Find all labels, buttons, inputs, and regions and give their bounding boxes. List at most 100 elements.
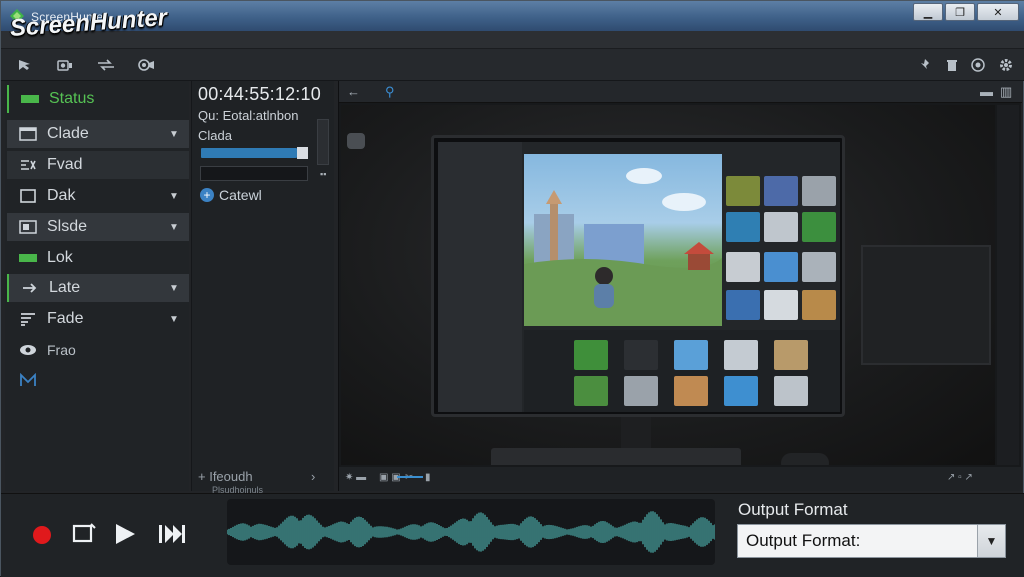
chevron-down-icon[interactable]: ▼: [169, 129, 189, 140]
sidebar-item-frao[interactable]: Frao: [7, 336, 189, 364]
chevron-down-icon[interactable]: ▼: [169, 314, 189, 325]
background-monitor: [861, 245, 991, 365]
transfer-icon[interactable]: [94, 55, 118, 75]
gear-icon[interactable]: [994, 55, 1018, 75]
effects-icon: [17, 157, 39, 173]
thumbnail: [802, 212, 836, 242]
preview-scrollbar[interactable]: [997, 105, 1019, 465]
thumbnail: [726, 212, 760, 242]
thumbnail: [724, 376, 758, 406]
chevron-down-icon[interactable]: ▼: [169, 191, 189, 202]
sidebar-item-label: Status: [49, 90, 95, 107]
sidebar-item-fade[interactable]: Fade ▼: [7, 305, 189, 333]
camera-icon[interactable]: [53, 55, 77, 75]
add-source-button[interactable]: + Ifeoudh: [198, 469, 253, 484]
screen-lower-panel: [524, 330, 840, 412]
arrow-icon: [19, 280, 41, 296]
slide-icon: [17, 219, 39, 235]
thumbnail: [764, 176, 798, 206]
preview-footer: ✷ ▬ ▣ ▣ ✂ ▮ ↗ ▫ ↗: [339, 467, 1022, 491]
trash-icon[interactable]: [940, 55, 964, 75]
chevron-right-icon[interactable]: ›: [311, 469, 315, 484]
webcam-icon[interactable]: [134, 55, 158, 75]
minimize-panel-icon[interactable]: ▬: [980, 84, 993, 99]
search-icon[interactable]: ⚲: [385, 84, 395, 100]
sidebar-item-label: Clade: [47, 125, 89, 142]
pause-icon[interactable]: ▮: [425, 472, 431, 483]
menu-band: [1, 31, 1024, 49]
output-format-dropdown[interactable]: Output Format: ▼: [737, 524, 1006, 558]
play-button[interactable]: [113, 522, 137, 552]
window-controls: ▁ ❐ ✕: [913, 3, 1019, 21]
level-bar: [201, 148, 297, 158]
screen-sidebar: [438, 142, 522, 412]
thumbnail: [764, 290, 798, 320]
chevron-down-icon[interactable]: ▼: [977, 525, 1005, 557]
maximize-button[interactable]: ❐: [945, 3, 975, 21]
sidebar-item-late[interactable]: Late ▼: [7, 274, 189, 302]
close-button[interactable]: ✕: [977, 3, 1019, 21]
screen-video-frame: [524, 154, 722, 326]
back-arrow-icon[interactable]: ←: [347, 84, 360, 99]
keyboard: [491, 448, 741, 465]
sidebar-item-label: Slsde: [47, 218, 88, 235]
sidebar-item-clade[interactable]: Clade ▼: [7, 120, 189, 148]
frame-icon: [17, 188, 39, 204]
cursor-icon[interactable]: [13, 55, 37, 75]
sidebar-item-fvad[interactable]: Fvad: [7, 151, 189, 179]
chevron-down-icon[interactable]: ▼: [169, 222, 189, 233]
add-category-label: Catewl: [219, 187, 262, 203]
sidebar-item-label: Fade: [47, 310, 84, 327]
thumbnail: [802, 252, 836, 282]
sidebar-item-dak[interactable]: Dak ▼: [7, 182, 189, 210]
sidebar-item-m[interactable]: [7, 366, 189, 394]
sidebar-item-label: Fvad: [47, 156, 83, 173]
thumbnail: [624, 376, 658, 406]
scrollbar[interactable]: [317, 119, 329, 165]
record-button[interactable]: [33, 526, 51, 544]
eye-icon: [17, 342, 39, 358]
sidebar-item-label: Dak: [47, 187, 76, 204]
thumbnail: [802, 290, 836, 320]
pin-icon[interactable]: [913, 55, 937, 75]
add-category-button[interactable]: + Catewl: [200, 187, 262, 203]
toolbar: [1, 49, 1024, 81]
region-select-button[interactable]: [71, 522, 97, 552]
thumbnail: [624, 340, 658, 370]
mouse: [781, 453, 829, 465]
output-format-value: Output Format:: [746, 531, 861, 550]
minimize-button[interactable]: ▁: [913, 3, 943, 21]
audio-waveform[interactable]: [226, 499, 716, 565]
sidebar-item-lok[interactable]: Lok: [7, 244, 189, 272]
level-bar-handle[interactable]: [297, 147, 308, 159]
thumbnail: [574, 376, 608, 406]
gear-small-icon[interactable]: ✷ ▬: [345, 472, 366, 483]
settings-icon[interactable]: [966, 55, 990, 75]
thumbnail: [802, 176, 836, 206]
expand-panel-icon[interactable]: ▥: [1000, 84, 1012, 100]
pin-icon[interactable]: ▪▪: [320, 169, 326, 179]
chat-icon[interactable]: [347, 133, 365, 149]
thumbnail: [674, 376, 708, 406]
sidebar-item-slsde[interactable]: Slsde ▼: [7, 213, 189, 241]
plus-icon: +: [200, 188, 214, 202]
preview-toolbar: ← ⚲ ▬ ▥: [339, 81, 1022, 103]
monitor-stand: [621, 417, 651, 451]
sidebar-item-status[interactable]: Status: [7, 85, 189, 113]
sidebar: Status Clade ▼ Fvad Dak ▼ Slsde ▼ Lok La…: [5, 81, 189, 491]
chevron-down-icon[interactable]: ▼: [169, 283, 189, 294]
skip-forward-button[interactable]: [158, 522, 186, 552]
thumbnail: [674, 340, 708, 370]
thumbnail: [774, 376, 808, 406]
detail-panel: 00:44:55:12:10 Qu: Eotal:atlnbon Clada ▪…: [191, 81, 334, 495]
sidebar-item-label: Frao: [47, 342, 76, 358]
monitor-screen: [438, 142, 840, 412]
fade-icon: [17, 311, 39, 327]
thumbnail: [724, 340, 758, 370]
name-field[interactable]: [200, 166, 308, 181]
status-icon: [19, 91, 41, 107]
expand-icon[interactable]: ↗ ▫ ↗: [947, 472, 973, 483]
thumbnail: [726, 290, 760, 320]
lock-icon: [17, 250, 39, 266]
waveform-path: [226, 511, 716, 553]
